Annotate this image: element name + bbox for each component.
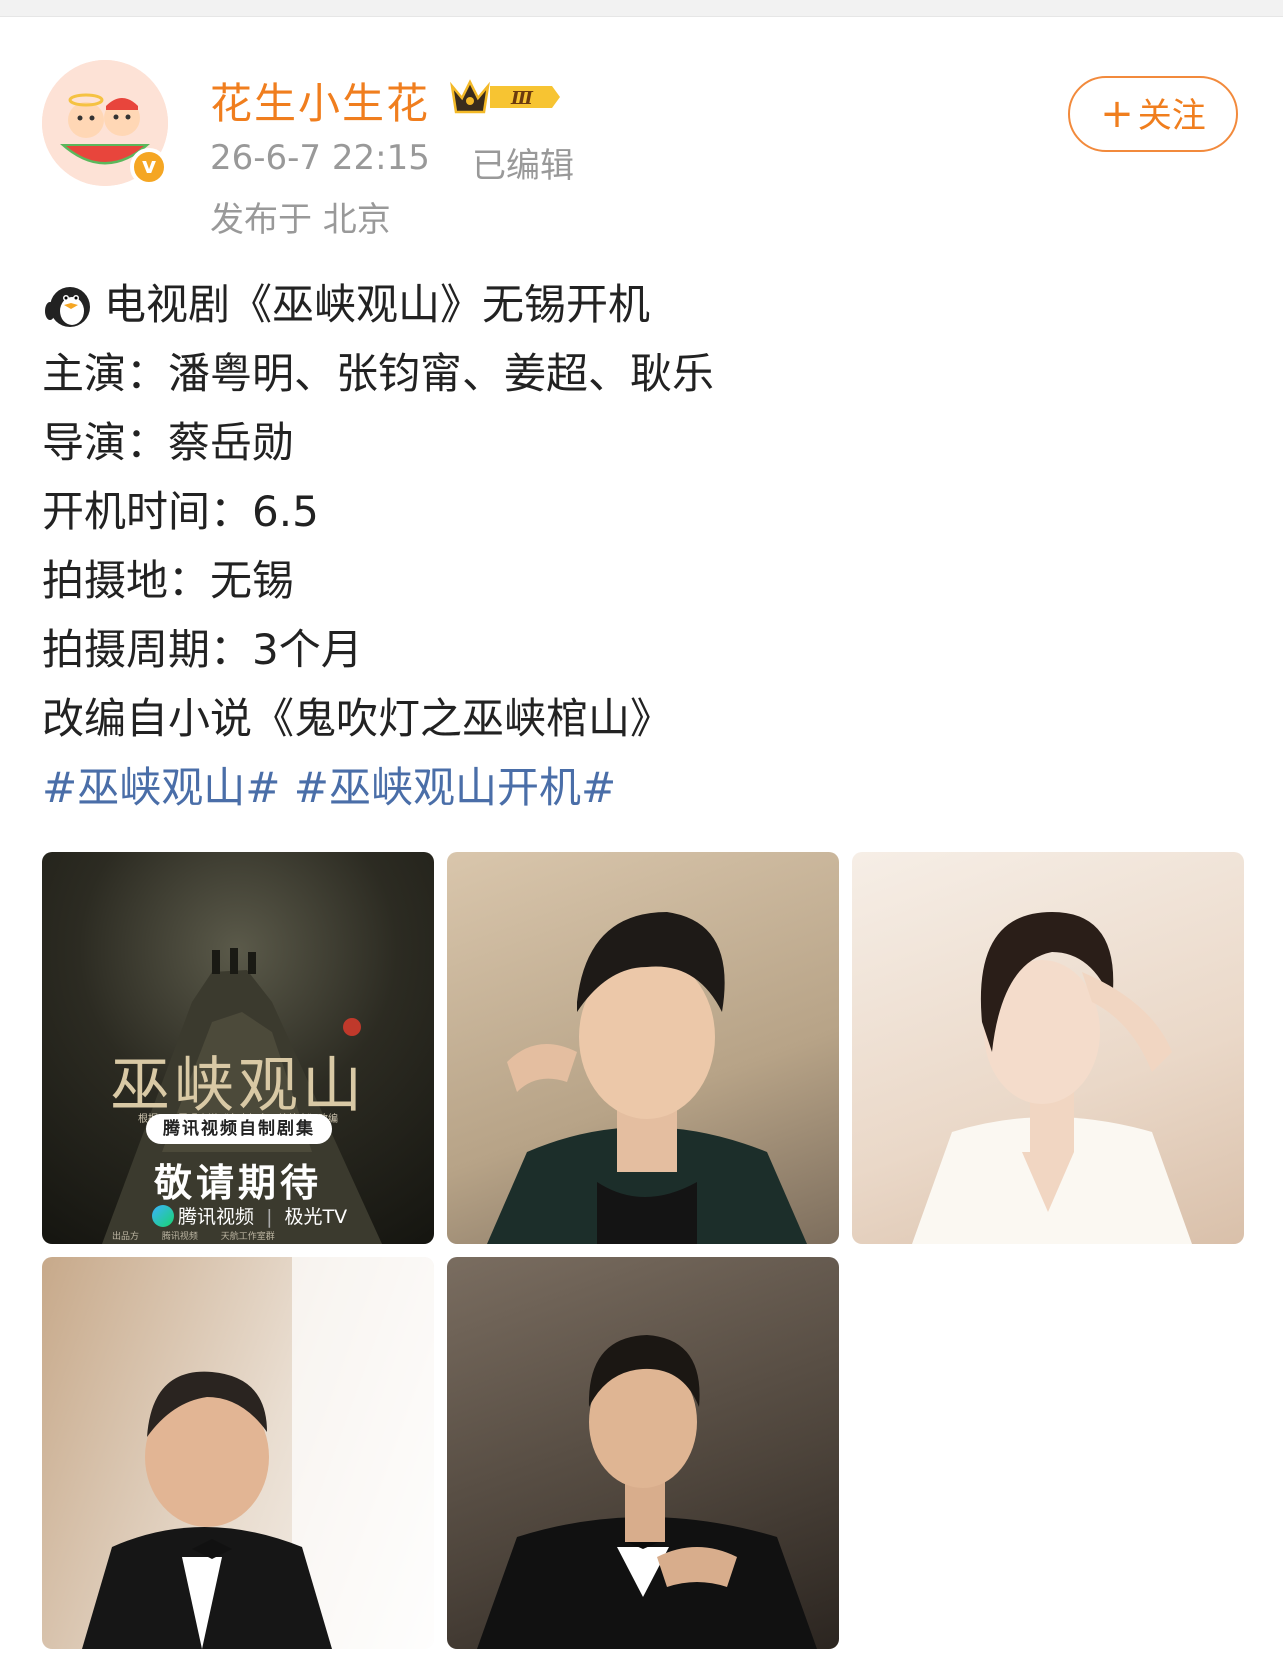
vip-crown-badge-icon: Ⅲ xyxy=(448,76,564,118)
poster-footer-item: 天航工作室群 xyxy=(220,1232,275,1242)
plus-icon: + xyxy=(1100,91,1134,137)
photo-portrait xyxy=(912,912,1192,1244)
post-line: 主演：潘粤明、张钧甯、姜超、耿乐 xyxy=(42,349,715,398)
poster-footer-item: 腾讯视频 xyxy=(161,1232,198,1242)
poster-badge: 腾讯视频自制剧集 xyxy=(146,1114,332,1144)
poster-footer-item: 出品方 xyxy=(112,1232,140,1242)
poster-footer: 出品方 腾讯视频 天航工作室群 xyxy=(112,1229,295,1242)
image-photo[interactable] xyxy=(447,852,839,1244)
post-line: 导演：蔡岳勋 xyxy=(42,418,295,467)
photo-portrait xyxy=(82,1257,434,1649)
hashtag-link[interactable]: #巫峡观山开机# xyxy=(294,763,616,812)
poster-brand: 腾讯视频 xyxy=(178,1206,255,1228)
poster-cta: 敬请期待 xyxy=(153,1161,322,1205)
verified-badge-icon: v xyxy=(130,148,168,186)
vip-level: Ⅲ xyxy=(510,88,534,109)
post-location: 发布于 北京 xyxy=(210,200,391,240)
hashtag-link[interactable]: #巫峡观山# xyxy=(42,763,280,812)
post-content: 电视剧《巫峡观山》无锡开机 主演：潘粤明、张钧甯、姜超、耿乐 导演：蔡岳勋 开机… xyxy=(42,270,1222,822)
follow-label: 关注 xyxy=(1137,96,1206,136)
penguin-icon xyxy=(42,280,98,328)
follow-button[interactable]: + 关注 xyxy=(1068,76,1238,152)
post-line: 改编自小说《鬼吹灯之巫峡棺山》 xyxy=(42,694,673,743)
photo-portrait xyxy=(487,912,807,1244)
poster-brands: 腾讯视频 | 极光TV xyxy=(152,1202,347,1229)
edited-label[interactable]: 已编辑 xyxy=(472,138,574,187)
avatar[interactable]: v xyxy=(42,60,168,186)
tencent-video-logo-icon xyxy=(152,1205,174,1227)
poster-brand: 极光TV xyxy=(284,1206,348,1228)
post-line: 电视剧《巫峡观山》无锡开机 xyxy=(104,280,651,329)
image-poster[interactable]: 巫峡观山 根据天下霸唱小说《鬼吹灯之巫峡棺山》改编 腾讯视频自制剧集 敬请期待 … xyxy=(42,852,434,1244)
post-line: 开机时间：6.5 xyxy=(42,487,319,536)
image-photo[interactable] xyxy=(852,852,1244,1244)
post-line: 拍摄地：无锡 xyxy=(42,556,295,605)
author-name[interactable]: 花生小生花 xyxy=(210,70,430,131)
top-bar xyxy=(0,0,1283,17)
image-photo[interactable] xyxy=(447,1257,839,1649)
post-line-title: 电视剧《巫峡观山》无锡开机 xyxy=(42,270,1222,339)
image-photo[interactable] xyxy=(42,1257,434,1649)
post-line: 拍摄周期：3个月 xyxy=(42,625,363,674)
photo-portrait xyxy=(477,1335,817,1649)
post-timestamp: 26-6-7 22:15 xyxy=(210,138,430,178)
hashtag-line: #巫峡观山# #巫峡观山开机# xyxy=(42,753,1222,822)
